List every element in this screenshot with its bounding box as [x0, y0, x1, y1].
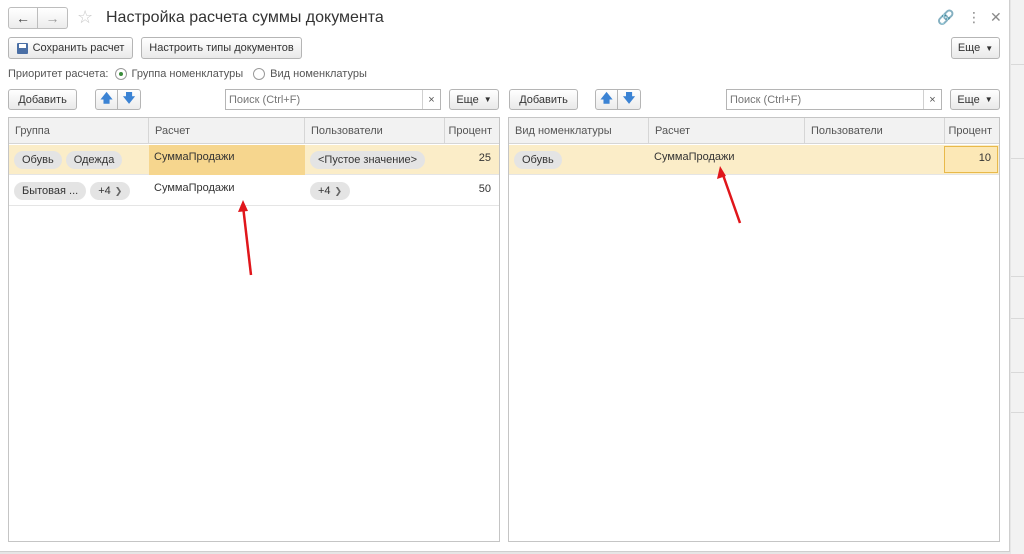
chip[interactable]: Обувь: [14, 151, 62, 169]
left-more-button[interactable]: Еще ▼: [449, 89, 499, 110]
more-label: Еще: [957, 42, 981, 54]
caret-down-icon: ▼: [483, 95, 492, 104]
left-search: ×: [225, 89, 441, 110]
users-cell[interactable]: +4 ❯: [305, 176, 445, 206]
percent-cell[interactable]: 25: [445, 145, 499, 175]
table-header: Вид номенклатуры Расчет Пользователи Про…: [509, 118, 999, 144]
right-search-input[interactable]: [727, 90, 923, 109]
caret-down-icon: ▼: [985, 43, 994, 53]
star-icon[interactable]: ☆: [77, 7, 93, 27]
clear-icon[interactable]: ×: [422, 90, 440, 109]
group-cell[interactable]: Бытовая ... +4 ❯: [9, 176, 149, 206]
left-table: Группа Расчет Пользователи Процент Обувь…: [8, 117, 500, 542]
right-more-label: Еще: [957, 93, 980, 106]
right-more-button[interactable]: Еще ▼: [950, 89, 1000, 110]
right-table: Вид номенклатуры Расчет Пользователи Про…: [508, 117, 1000, 542]
move-up-icon[interactable]: 🡅: [95, 89, 118, 110]
left-add-button[interactable]: Добавить: [8, 89, 77, 110]
column-header-calc[interactable]: Расчет: [649, 118, 805, 144]
chevron-down-icon: ❯: [114, 185, 123, 196]
more-vertical-icon[interactable]: ⋮: [967, 8, 981, 26]
radio-group-nomenclature[interactable]: [114, 68, 127, 80]
radio-group-nomenclature-label[interactable]: Группа номенклатуры: [132, 68, 244, 80]
left-search-input[interactable]: [226, 90, 422, 109]
column-header-percent[interactable]: Процент: [445, 118, 499, 144]
settings-window: ← → ☆ Настройка расчета суммы документа …: [0, 0, 1010, 552]
chip[interactable]: Обувь: [514, 151, 562, 169]
column-header-group[interactable]: Группа: [9, 118, 149, 144]
move-down-icon[interactable]: 🡇: [118, 89, 141, 110]
save-icon: [16, 42, 28, 54]
chip-more-label: +4: [98, 185, 111, 197]
percent-cell[interactable]: 10: [944, 145, 999, 175]
table-header: Группа Расчет Пользователи Процент: [9, 118, 499, 144]
users-cell[interactable]: [805, 145, 945, 175]
column-header-percent[interactable]: Процент: [945, 118, 999, 144]
close-icon[interactable]: ✕: [990, 8, 1002, 26]
chip-more-label: +4: [318, 185, 331, 197]
users-cell[interactable]: <Пустое значение>: [305, 145, 445, 175]
chip[interactable]: Бытовая ...: [14, 182, 87, 200]
forward-arrow-icon[interactable]: →: [38, 7, 68, 29]
configure-doc-types-button[interactable]: Настроить типы документов: [141, 37, 302, 59]
column-header-users[interactable]: Пользователи: [305, 118, 445, 144]
radio-kind-nomenclature-label[interactable]: Вид номенклатуры: [270, 68, 367, 80]
caret-down-icon: ▼: [984, 95, 993, 104]
link-icon[interactable]: 🔗: [937, 8, 954, 26]
left-move-group: 🡅 🡇: [95, 89, 141, 110]
chip[interactable]: <Пустое значение>: [310, 151, 426, 169]
chevron-down-icon: ❯: [334, 185, 343, 196]
chip-more[interactable]: +4 ❯: [310, 182, 351, 200]
column-header-kind[interactable]: Вид номенклатуры: [509, 118, 649, 144]
percent-input[interactable]: 10: [944, 146, 998, 173]
priority-label: Приоритет расчета:: [8, 68, 109, 80]
column-header-calc[interactable]: Расчет: [149, 118, 305, 144]
right-search: ×: [726, 89, 942, 110]
more-button[interactable]: Еще ▼: [951, 37, 1000, 59]
back-arrow-icon[interactable]: ←: [8, 7, 38, 29]
chip[interactable]: Одежда: [65, 151, 123, 169]
calc-cell[interactable]: СуммаПродажи: [149, 145, 305, 175]
calc-cell[interactable]: СуммаПродажи: [649, 145, 805, 175]
group-cell[interactable]: Обувь Одежда: [9, 145, 149, 175]
table-row[interactable]: Обувь Одежда СуммаПродажи <Пустое значен…: [9, 145, 499, 175]
left-more-label: Еще: [456, 93, 479, 106]
save-button[interactable]: Сохранить расчет: [8, 37, 133, 59]
move-up-icon[interactable]: 🡅: [595, 89, 618, 110]
move-down-icon[interactable]: 🡇: [618, 89, 641, 110]
page-title: Настройка расчета суммы документа: [106, 9, 384, 26]
clear-icon[interactable]: ×: [923, 90, 941, 109]
right-add-button[interactable]: Добавить: [509, 89, 578, 110]
save-button-label: Сохранить расчет: [32, 42, 125, 54]
kind-cell[interactable]: Обувь: [509, 145, 649, 175]
title-bar: ← → ☆ Настройка расчета суммы документа …: [0, 0, 1010, 34]
percent-cell[interactable]: 50: [445, 176, 499, 206]
right-move-group: 🡅 🡇: [595, 89, 641, 110]
column-header-users[interactable]: Пользователи: [805, 118, 945, 144]
table-row[interactable]: Бытовая ... +4 ❯ СуммаПродажи +4 ❯ 50: [9, 176, 499, 206]
table-row[interactable]: Обувь СуммаПродажи 10: [509, 145, 999, 175]
navigation-group: ← →: [8, 7, 68, 29]
background-strip: [1011, 0, 1024, 554]
radio-kind-nomenclature[interactable]: [253, 68, 266, 80]
calc-cell[interactable]: СуммаПродажи: [149, 176, 305, 206]
priority-selector: Приоритет расчета: Группа номенклатуры В…: [8, 66, 367, 82]
chip-more[interactable]: +4 ❯: [90, 182, 131, 200]
